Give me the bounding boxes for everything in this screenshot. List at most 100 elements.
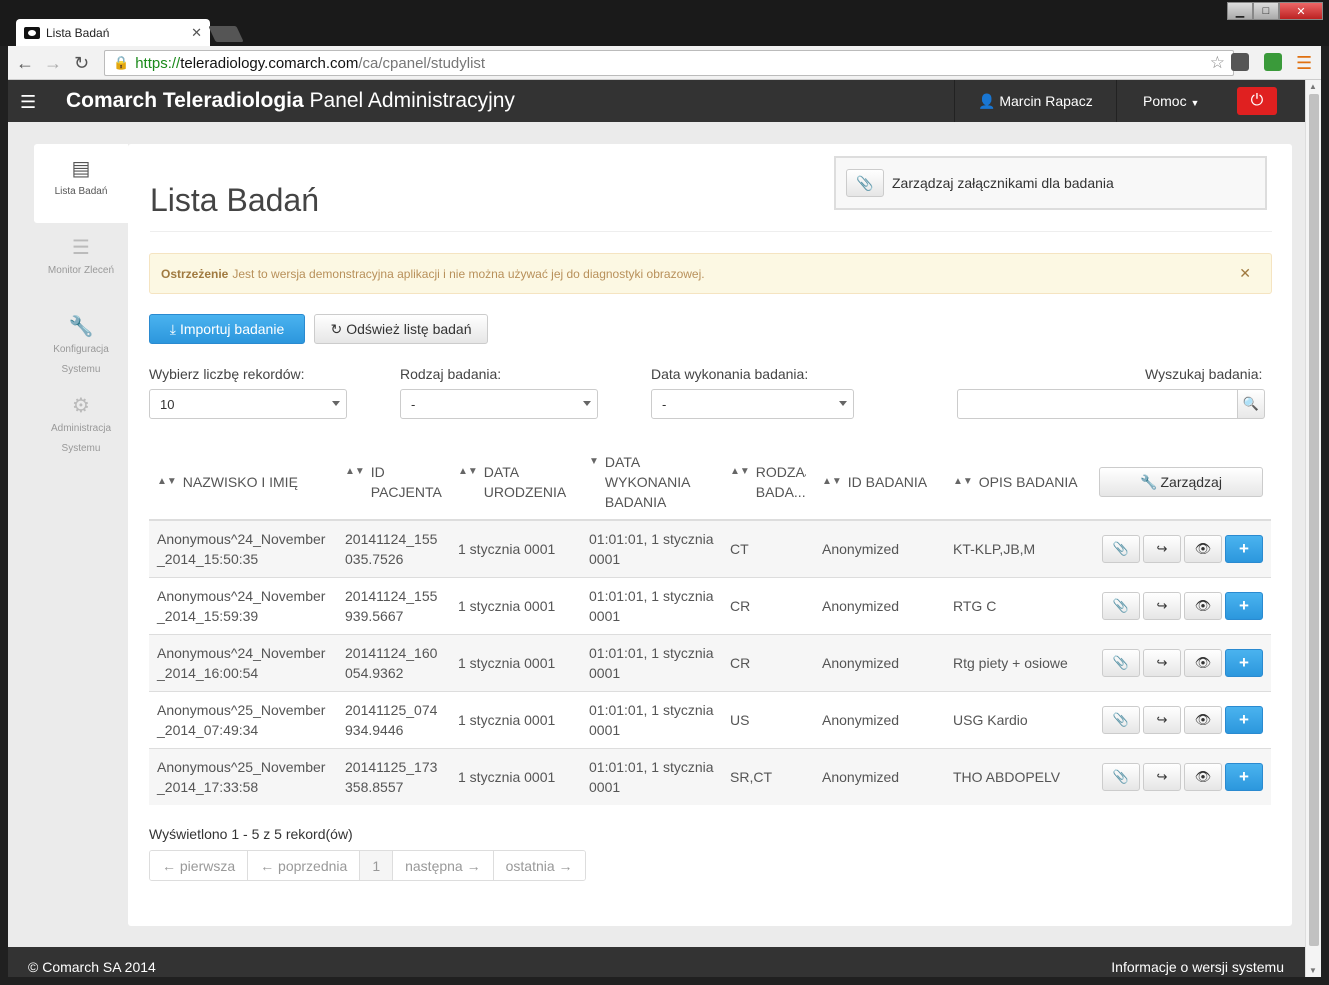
lock-icon: 🔒: [113, 55, 130, 70]
hamburger-menu-icon[interactable]: ☰: [20, 92, 36, 113]
row-share-button[interactable]: ↪: [1143, 648, 1181, 677]
row-attach-button[interactable]: 📎: [1102, 762, 1140, 791]
row-add-button[interactable]: +: [1225, 591, 1263, 620]
search-button[interactable]: 🔍: [1237, 389, 1265, 419]
sidenav-label: Administracja Systemu: [50, 423, 112, 454]
reload-icon[interactable]: ↻: [74, 53, 89, 74]
tab-close-icon[interactable]: ✕: [191, 25, 202, 41]
search-input[interactable]: [957, 389, 1238, 419]
version-info-link[interactable]: Informacje o wersji systemu: [1111, 959, 1284, 975]
extension-icon[interactable]: [1231, 53, 1249, 71]
tab-title: Lista Badań: [46, 25, 110, 40]
col-header-name[interactable]: ▲▼ NAZWISKO I IMIĘ: [149, 444, 337, 521]
brand[interactable]: Comarch Teleradiologia Panel Administrac…: [66, 89, 515, 113]
table-row[interactable]: Anonymous^24_November_2014_15:59:39 20141…: [149, 576, 1271, 634]
pagination-last[interactable]: ostatnia →: [493, 851, 585, 880]
cell-name: Anonymous^25_November_2014_07:49:34: [149, 690, 337, 748]
cell-name: Anonymous^24_November_2014_15:59:39: [149, 576, 337, 634]
sidenav-label: Konfiguracja Systemu: [53, 344, 109, 375]
minimize-button[interactable]: ▁: [1227, 2, 1253, 20]
row-add-button[interactable]: +: [1225, 762, 1263, 791]
row-view-button[interactable]: 👁: [1184, 534, 1222, 563]
import-study-button[interactable]: ⤓ Importuj badanie: [149, 314, 305, 344]
maximize-button[interactable]: □: [1253, 2, 1279, 20]
col-header-manage: 🔧 Zarządzaj: [1089, 444, 1271, 521]
scroll-down-icon[interactable]: ▼: [1309, 966, 1317, 975]
cell-type: US: [722, 690, 814, 748]
col-header-patient-id[interactable]: ▲▼ ID PACJENTA: [337, 444, 450, 521]
user-menu[interactable]: 👤 Marcin Rapacz: [978, 93, 1093, 110]
sort-icon: ▲▼: [953, 475, 973, 487]
pagination-next[interactable]: następna →: [393, 851, 494, 880]
address-bar[interactable]: 🔒 https://teleradiology.comarch.com/ca/c…: [104, 50, 1234, 76]
row-share-button[interactable]: ↪: [1143, 534, 1181, 563]
cell-sid: Anonymized: [814, 576, 945, 634]
col-header-description[interactable]: ▲▼ OPIS BADANIA: [945, 444, 1089, 521]
refresh-list-button[interactable]: ↻ Odśwież listę badań: [314, 314, 488, 344]
row-add-button[interactable]: +: [1225, 648, 1263, 677]
bookmark-star-icon[interactable]: ☆: [1210, 53, 1225, 73]
sidenav-item-admin[interactable]: ⚙ Administracja Systemu: [34, 381, 128, 460]
col-header-study-id[interactable]: ▲▼ ID BADANIA: [814, 444, 945, 521]
alert-close-icon[interactable]: ✕: [1239, 265, 1251, 282]
row-add-button[interactable]: +: [1225, 534, 1263, 563]
col-header-birth-date[interactable]: ▲▼ DATA URODZENIA: [450, 444, 581, 521]
cell-desc: USG Kardio: [945, 690, 1089, 748]
pagination-prev[interactable]: ← poprzednia: [248, 851, 361, 880]
help-menu[interactable]: Pomoc ▼: [1143, 93, 1199, 109]
col-header-study-date[interactable]: ▼ DATA WYKONANIA BADANIA: [581, 444, 722, 521]
sidenav-item-config[interactable]: 🔧 Konfiguracja Systemu: [34, 302, 128, 381]
refresh-label: Odśwież listę badań: [346, 321, 472, 337]
cell-actions: 📎 ↪ 👁 +: [1089, 633, 1271, 691]
table-row[interactable]: Anonymous^24_November_2014_16:00:54 20141…: [149, 633, 1271, 691]
cell-desc: THO ABDOPELV: [945, 747, 1089, 805]
table-row[interactable]: Anonymous^25_November_2014_07:49:34 20141…: [149, 690, 1271, 748]
manage-button[interactable]: 🔧 Zarządzaj: [1099, 466, 1263, 497]
table-row[interactable]: Anonymous^25_November_2014_17:33:58 20141…: [149, 747, 1271, 805]
plus-icon: +: [1239, 652, 1249, 672]
pagination-current[interactable]: 1: [360, 851, 394, 880]
scrollbar-thumb[interactable]: [1309, 94, 1319, 946]
sidenav-label: Lista Badań: [54, 186, 108, 197]
new-tab-button[interactable]: [208, 26, 244, 42]
page-scrollbar[interactable]: ▲ ▼: [1305, 80, 1321, 977]
row-share-button[interactable]: ↪: [1143, 591, 1181, 620]
row-attach-button[interactable]: 📎: [1102, 534, 1140, 563]
footer-copyright: © Comarch SA 2014: [28, 959, 156, 975]
scroll-up-icon[interactable]: ▲: [1309, 82, 1317, 91]
window-close-button[interactable]: ✕: [1279, 2, 1323, 20]
cell-pid: 20141125_074934.9446: [337, 690, 450, 748]
browser-menu-icon[interactable]: ☰: [1296, 53, 1312, 74]
records-count-select[interactable]: 10: [149, 389, 347, 419]
sidenav-item-studies[interactable]: ▤ Lista Badań: [34, 144, 128, 223]
table-row[interactable]: Anonymous^24_November_2014_15:50:35 20141…: [149, 519, 1271, 577]
row-view-button[interactable]: 👁: [1184, 591, 1222, 620]
cell-name: Anonymous^24_November_2014_16:00:54: [149, 633, 337, 691]
row-view-button[interactable]: 👁: [1184, 762, 1222, 791]
row-share-button[interactable]: ↪: [1143, 762, 1181, 791]
back-icon[interactable]: ←: [16, 53, 34, 74]
row-share-button[interactable]: ↪: [1143, 705, 1181, 734]
cell-desc: Rtg piety + osiowe: [945, 633, 1089, 691]
row-add-button[interactable]: +: [1225, 705, 1263, 734]
forward-icon[interactable]: →: [44, 53, 62, 74]
search-label: Wyszukaj badania:: [1145, 366, 1263, 382]
extension-print-icon[interactable]: [1264, 53, 1282, 71]
study-date-select[interactable]: -: [651, 389, 854, 419]
logout-button[interactable]: ⏻: [1237, 87, 1277, 115]
study-type-label: Rodzaj badania:: [400, 366, 502, 382]
row-attach-button[interactable]: 📎: [1102, 648, 1140, 677]
row-view-button[interactable]: 👁: [1184, 648, 1222, 677]
row-view-button[interactable]: 👁: [1184, 705, 1222, 734]
row-attach-button[interactable]: 📎: [1102, 705, 1140, 734]
share-arrow-icon: ↪: [1156, 654, 1168, 670]
row-attach-button[interactable]: 📎: [1102, 591, 1140, 620]
attachments-button[interactable]: 📎: [846, 169, 884, 197]
col-header-study-type[interactable]: ▲▼RODZAJ BADA...: [722, 444, 814, 521]
url-path: /ca/cpanel/studylist: [358, 54, 486, 72]
study-type-select[interactable]: -: [400, 389, 598, 419]
pagination-first[interactable]: ← pierwsza: [150, 851, 249, 880]
plus-icon: +: [1239, 595, 1249, 615]
sidenav-item-monitor[interactable]: ☰ Monitor Zleceń: [34, 223, 128, 302]
browser-tab[interactable]: Lista Badań ✕: [16, 19, 210, 46]
